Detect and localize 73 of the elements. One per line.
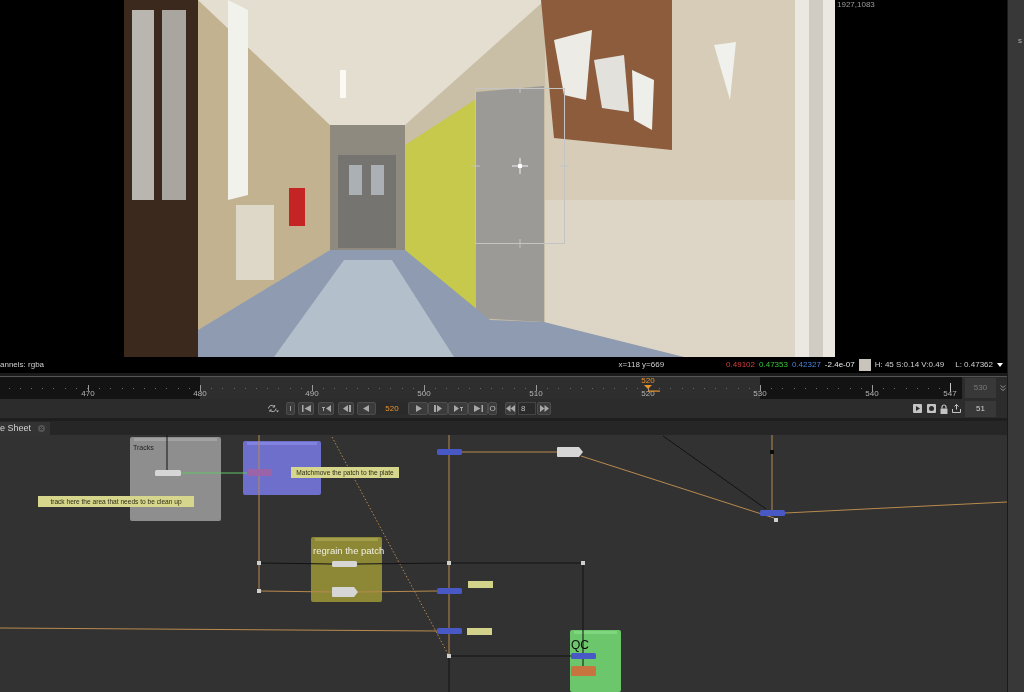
previous-keyframe-button[interactable]	[318, 402, 334, 415]
playhead-frame-label: 520	[640, 377, 656, 385]
graph-node[interactable]	[332, 587, 358, 597]
graph-node[interactable]	[247, 469, 272, 476]
first-frame-icon	[301, 405, 311, 412]
in-point-button[interactable]: I	[286, 402, 295, 415]
frame-number: 520	[640, 390, 656, 398]
step-back-icon	[341, 405, 351, 412]
connection-line	[180, 472, 248, 474]
end-frame-marker	[950, 383, 951, 392]
step-forward-button[interactable]	[537, 402, 551, 415]
graph-node[interactable]	[437, 588, 462, 594]
step-back-button[interactable]	[505, 402, 516, 415]
end-frame-number: 547	[942, 390, 958, 398]
first-frame-button[interactable]	[298, 402, 314, 415]
graph-node[interactable]	[332, 561, 357, 567]
channel-value: 0.42327	[791, 361, 821, 369]
graph-node[interactable]	[557, 447, 583, 457]
play-backward-button[interactable]	[357, 402, 376, 415]
play-box-icon[interactable]	[913, 404, 922, 413]
next-keyframe-icon	[453, 405, 463, 412]
format-size-label: 1927,1083	[837, 0, 876, 9]
double-left-icon	[506, 405, 515, 412]
channel-value: 0.47353	[759, 361, 788, 369]
dropdown-icon[interactable]	[997, 363, 1003, 367]
connection-line	[258, 435, 260, 470]
double-chevron-icon[interactable]	[1000, 384, 1006, 392]
last-frame-button[interactable]	[468, 402, 488, 415]
next-frame-button[interactable]	[428, 402, 448, 415]
double-right-icon	[539, 405, 549, 412]
frame-number: 470	[80, 390, 96, 398]
channel-value: 0.49102	[726, 361, 755, 369]
graph-node[interactable]	[437, 449, 462, 455]
last-frame-icon	[473, 405, 483, 412]
frame-number: 540	[864, 390, 880, 398]
frame-number: 500	[416, 390, 432, 398]
graph-node[interactable]	[571, 653, 596, 659]
graph-node[interactable]	[155, 470, 181, 476]
step-field[interactable]: 8	[518, 402, 536, 415]
graph-node[interactable]	[760, 510, 785, 516]
previous-keyframe-icon	[321, 405, 331, 412]
playhead-marker[interactable]	[644, 385, 660, 392]
channel-value: -2.4e-07	[824, 361, 855, 369]
connection-line	[771, 435, 773, 451]
graph-node[interactable]	[437, 628, 462, 634]
luminance-readout: L: 0.47362	[955, 361, 993, 369]
record-icon[interactable]	[927, 404, 936, 413]
connection-line	[582, 658, 584, 667]
out-point-button[interactable]: O	[488, 402, 497, 415]
panel-tab[interactable]: e Sheet	[0, 422, 50, 435]
cursor-coordinates: x=118 y=669	[618, 361, 665, 369]
previous-frame-button[interactable]	[338, 402, 354, 415]
play-icon	[413, 405, 423, 412]
crosshair-icon[interactable]	[511, 157, 529, 175]
frame-number: 530	[752, 390, 768, 398]
panel-text: s	[1018, 37, 1023, 45]
export-icon[interactable]	[952, 404, 961, 413]
frame-number: 490	[304, 390, 320, 398]
frame-number: 480	[192, 390, 208, 398]
step-forward-icon	[433, 405, 443, 412]
play-reverse-icon	[362, 405, 371, 412]
frame-number: 510	[528, 390, 544, 398]
connection-line	[166, 435, 168, 471]
loop-icon[interactable]	[267, 404, 279, 413]
close-icon[interactable]	[38, 425, 46, 432]
number-field[interactable]: 51	[965, 400, 996, 417]
channels-label: annels: rgba	[0, 361, 45, 369]
graph-node[interactable]	[571, 666, 596, 676]
tracking-box[interactable]	[471, 84, 569, 248]
play-button[interactable]	[408, 402, 428, 415]
next-keyframe-button[interactable]	[448, 402, 468, 415]
lock-icon[interactable]	[940, 403, 948, 414]
hsv-readout: H: 45 S:0.14 V:0.49	[874, 361, 945, 369]
